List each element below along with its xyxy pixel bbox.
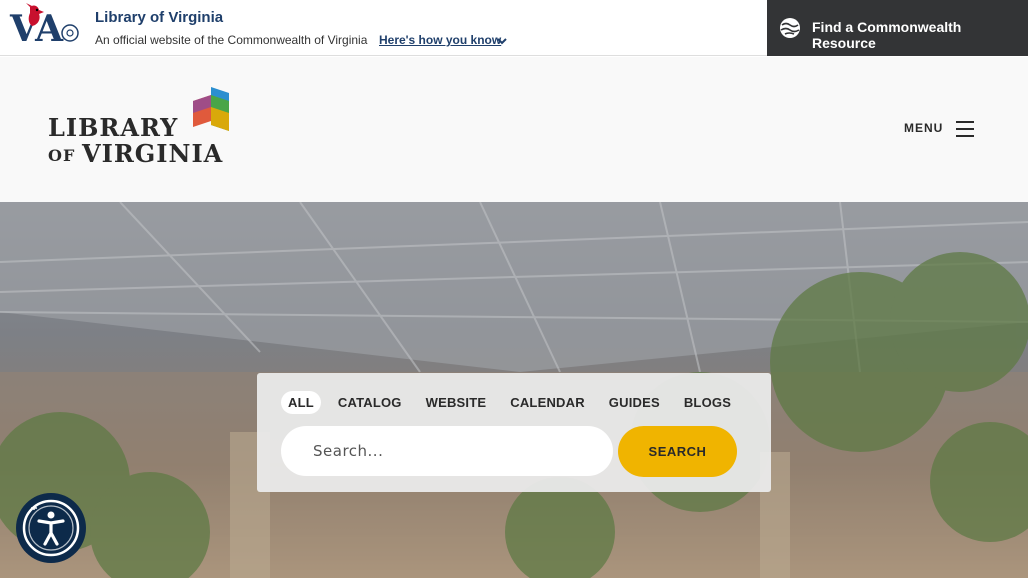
site-owner-title: Library of Virginia [95,9,224,26]
find-commonwealth-resource-button[interactable]: Find a Commonwealth Resource [767,0,1028,56]
tab-blogs[interactable]: BLOGS [677,391,738,414]
logo-word-virginia: VIRGINIA [82,139,224,168]
search-panel: ALL CATALOG WEBSITE CALENDAR GUIDES BLOG… [257,373,771,492]
search-button[interactable]: SEARCH [618,426,737,477]
accessibility-widget-button[interactable] [16,493,86,563]
logo-word-library: LIBRARY [48,113,179,142]
commonwealth-banner: VA Library of Virginia An official websi… [0,0,1028,56]
tab-catalog[interactable]: CATALOG [331,391,409,414]
chevron-down-icon[interactable] [496,35,508,47]
logo-word-of: OF [48,146,76,165]
tab-website[interactable]: WEBSITE [419,391,494,414]
search-scope-tabs: ALL CATALOG WEBSITE CALENDAR GUIDES BLOG… [281,390,748,414]
find-resource-label: Find a Commonwealth Resource [812,19,962,51]
tab-guides[interactable]: GUIDES [602,391,667,414]
library-book-icon [193,87,229,131]
heres-how-you-know-link[interactable]: Here's how you know [379,33,501,47]
hamburger-icon[interactable] [956,121,974,137]
menu-button-label[interactable]: MENU [904,121,943,135]
tab-calendar[interactable]: CALENDAR [503,391,592,414]
official-website-text: An official website of the Commonwealth … [95,33,368,47]
tab-all[interactable]: ALL [281,390,321,414]
virginia-cardinal-logo[interactable]: VA [8,3,82,45]
accessibility-icon [22,499,80,557]
library-of-virginia-logo[interactable]: LIBRARY OF VIRGINIA [46,87,236,168]
site-header: LIBRARY OF VIRGINIA MENU [0,57,1028,202]
search-input[interactable] [281,426,613,476]
globe-icon [780,18,800,38]
hero-banner: ALL CATALOG WEBSITE CALENDAR GUIDES BLOG… [0,202,1028,578]
